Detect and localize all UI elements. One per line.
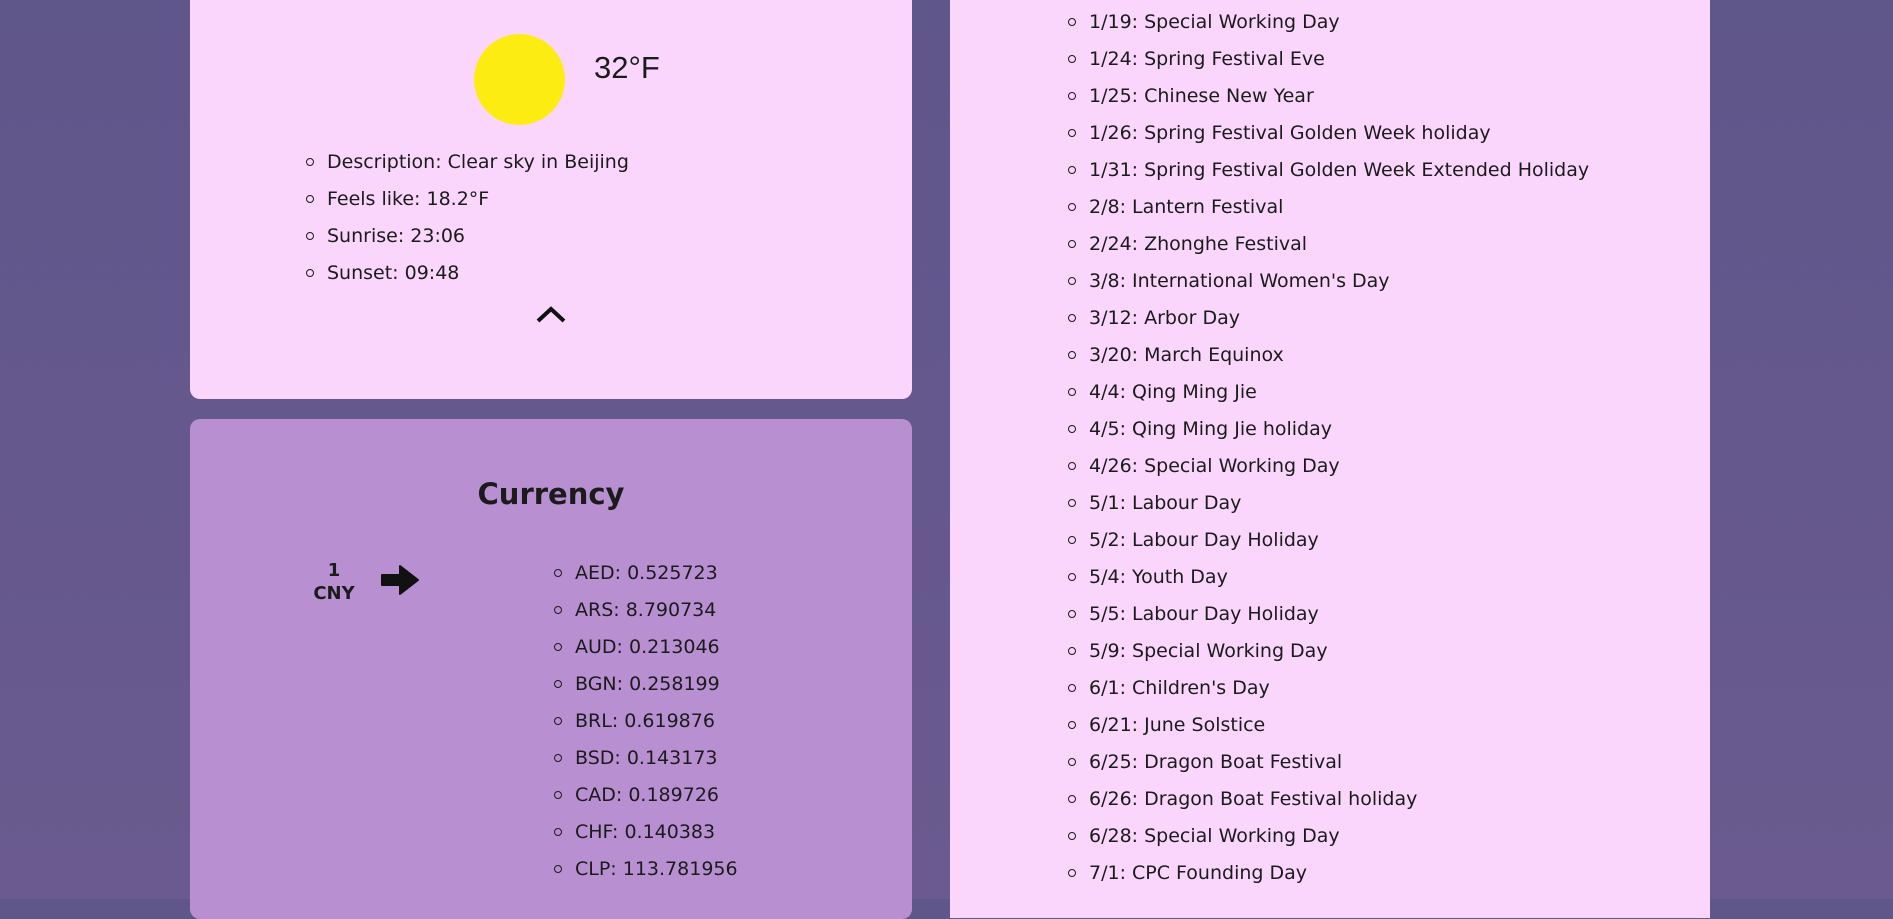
rate-item: CAD: 0.189726 — [554, 777, 738, 814]
holiday-item: 4/4: Qing Ming Jie — [1068, 374, 1589, 411]
holiday-item: 1/26: Spring Festival Golden Week holida… — [1068, 115, 1589, 152]
holiday-item: 5/5: Labour Day Holiday — [1068, 596, 1589, 633]
rate-item: BGN: 0.258199 — [554, 666, 738, 703]
holiday-item: 5/2: Labour Day Holiday — [1068, 522, 1589, 559]
holiday-item: 4/26: Special Working Day — [1068, 448, 1589, 485]
temperature: 32°F — [594, 50, 660, 85]
holidays-card: 1/19: Special Working Day 1/24: Spring F… — [950, 0, 1710, 918]
holiday-list: 1/19: Special Working Day 1/24: Spring F… — [1068, 4, 1589, 892]
holiday-item: 6/25: Dragon Boat Festival — [1068, 744, 1589, 781]
holiday-item: 5/9: Special Working Day — [1068, 633, 1589, 670]
holiday-item: 1/25: Chinese New Year — [1068, 78, 1589, 115]
holiday-item: 7/1: CPC Founding Day — [1068, 855, 1589, 892]
holiday-item: 1/24: Spring Festival Eve — [1068, 41, 1589, 78]
weather-sunset: Sunset: 09:48 — [306, 255, 629, 292]
rate-item: BSD: 0.143173 — [554, 740, 738, 777]
arrow-right-icon — [381, 565, 419, 595]
holiday-item: 3/20: March Equinox — [1068, 337, 1589, 374]
rate-item: BRL: 0.619876 — [554, 703, 738, 740]
rate-item: AUD: 0.213046 — [554, 629, 738, 666]
holiday-item: 2/8: Lantern Festival — [1068, 189, 1589, 226]
chevron-up-icon[interactable] — [536, 302, 566, 324]
holiday-item: 4/5: Qing Ming Jie holiday — [1068, 411, 1589, 448]
rate-item: CHF: 0.140383 — [554, 814, 738, 851]
currency-card: Currency 1 CNY AED: 0.525723 ARS: 8.7907… — [190, 419, 912, 919]
holiday-item: 1/31: Spring Festival Golden Week Extend… — [1068, 152, 1589, 189]
currency-title: Currency — [477, 477, 625, 511]
weather-feels-like: Feels like: 18.2°F — [306, 181, 629, 218]
weather-sunrise: Sunrise: 23:06 — [306, 218, 629, 255]
holiday-item: 6/28: Special Working Day — [1068, 818, 1589, 855]
weather-card: 32°F Description: Clear sky in Beijing F… — [190, 0, 912, 399]
holiday-item: 3/8: International Women's Day — [1068, 263, 1589, 300]
holiday-item: 6/1: Children's Day — [1068, 670, 1589, 707]
weather-details-list: Description: Clear sky in Beijing Feels … — [306, 144, 629, 292]
holiday-item: 3/12: Arbor Day — [1068, 300, 1589, 337]
holiday-item: 2/24: Zhonghe Festival — [1068, 226, 1589, 263]
holiday-item: 1/19: Special Working Day — [1068, 4, 1589, 41]
sun-icon — [474, 34, 565, 125]
base-currency-code: CNY — [313, 583, 355, 604]
currency-rates-list: AED: 0.525723 ARS: 8.790734 AUD: 0.21304… — [554, 555, 738, 888]
rate-item: AED: 0.525723 — [554, 555, 738, 592]
rate-item: CLP: 113.781956 — [554, 851, 738, 888]
holiday-item: 6/21: June Solstice — [1068, 707, 1589, 744]
base-amount-value: 1 — [327, 560, 341, 581]
holiday-item: 5/1: Labour Day — [1068, 485, 1589, 522]
base-currency: 1 CNY — [308, 559, 360, 605]
rate-item: ARS: 8.790734 — [554, 592, 738, 629]
holiday-item: 6/26: Dragon Boat Festival holiday — [1068, 781, 1589, 818]
holiday-item: 5/4: Youth Day — [1068, 559, 1589, 596]
weather-description: Description: Clear sky in Beijing — [306, 144, 629, 181]
